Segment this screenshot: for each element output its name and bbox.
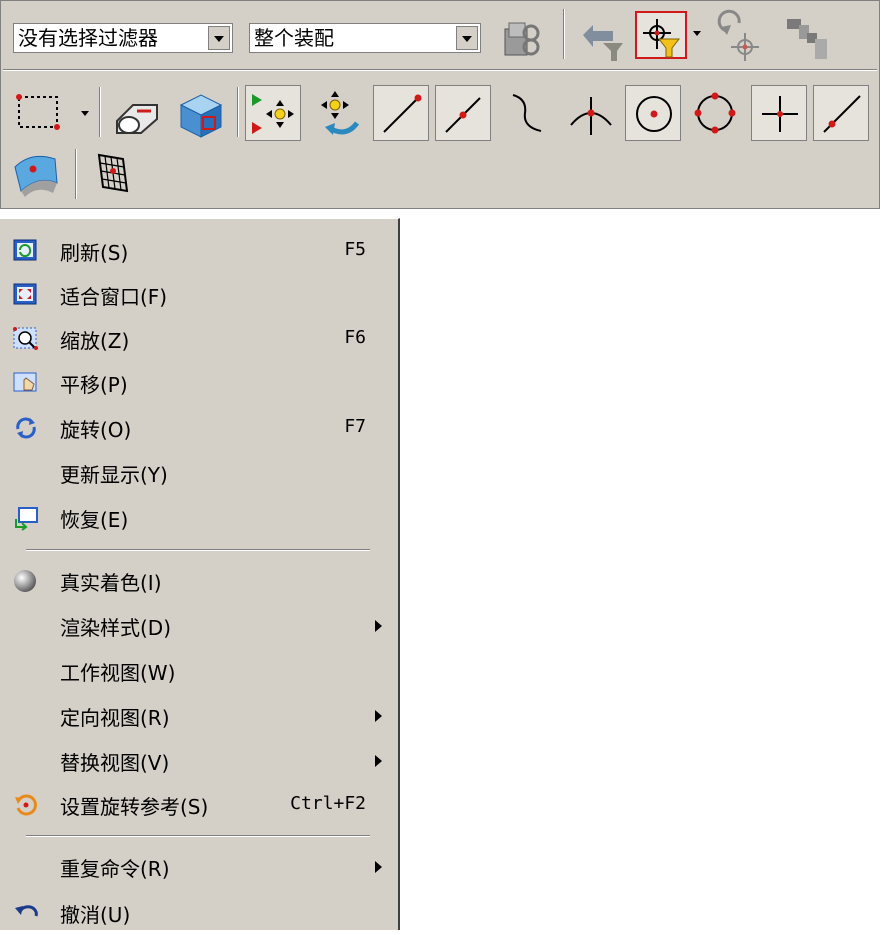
menu-item-shortcut: Ctrl+F2 <box>290 793 366 814</box>
grid-point-icon[interactable] <box>87 145 143 201</box>
snap-points-icon[interactable] <box>245 85 301 141</box>
menu-item-undo[interactable]: 撤消(U) <box>0 891 396 935</box>
menu-item-label: 替换视图(V) <box>60 751 170 775</box>
menu-separator <box>26 835 370 837</box>
menu-item-fit-window[interactable]: 适合窗口(F) <box>0 273 396 317</box>
menu-item-label: 渲染样式(D) <box>60 616 172 640</box>
menu-item-label: 平移(P) <box>60 373 128 397</box>
filter-combo-dropdown[interactable] <box>208 26 230 50</box>
menu-separator <box>26 549 370 551</box>
menu-item-label: 定向视图(R) <box>60 706 170 730</box>
menu-item-work-view[interactable]: 工作视图(W) <box>0 649 396 693</box>
submenu-arrow-icon <box>375 620 382 632</box>
menu-item-orient-view[interactable]: 定向视图(R) <box>0 694 396 738</box>
menu-item-replace-view[interactable]: 替换视图(V) <box>0 739 396 783</box>
menu-item-refresh[interactable]: 刷新(S) F5 <box>0 229 396 273</box>
submenu-arrow-icon <box>375 710 382 722</box>
filter-combo[interactable]: 没有选择过滤器 <box>13 23 233 53</box>
menu-item-zoom[interactable]: 缩放(Z) F6 <box>0 317 396 361</box>
submenu-arrow-icon <box>375 861 382 873</box>
menu-item-repeat-command[interactable]: 重复命令(R) <box>0 845 396 889</box>
menu-item-label: 旋转(O) <box>60 418 132 442</box>
fit-window-icon <box>12 282 40 308</box>
menu-item-shortcut: F5 <box>344 239 366 260</box>
view-context-menu: 刷新(S) F5 适合窗口(F) 缩放(Z) F6 平移(P) 旋转(O) F7… <box>0 218 400 930</box>
pan-icon <box>12 370 40 396</box>
snap-point-rotate-icon[interactable] <box>309 85 365 141</box>
quadrant-point-icon[interactable] <box>687 85 743 141</box>
menu-item-label: 缩放(Z) <box>60 329 130 353</box>
refresh-icon <box>12 238 40 264</box>
filter-combo-value: 没有选择过滤器 <box>18 26 158 50</box>
line-midpoint-icon[interactable] <box>435 85 491 141</box>
menu-item-label: 设置旋转参考(S) <box>60 795 209 819</box>
point-filter-dropdown-arrow[interactable] <box>693 31 701 36</box>
menu-item-label: 工作视图(W) <box>60 661 176 685</box>
rotate-point-icon[interactable] <box>713 9 769 65</box>
section-icon[interactable] <box>109 87 165 143</box>
assembly-combo-value: 整个装配 <box>254 26 334 50</box>
line-endpoint-icon[interactable] <box>373 85 429 141</box>
existing-point-icon[interactable] <box>751 85 807 141</box>
assembly-combo[interactable]: 整个装配 <box>249 23 481 53</box>
menu-item-label: 恢复(E) <box>60 508 129 532</box>
menu-item-label: 重复命令(R) <box>60 857 170 881</box>
restore-icon <box>12 505 40 531</box>
menu-item-pan[interactable]: 平移(P) <box>0 361 396 405</box>
menu-item-render-style[interactable]: 渲染样式(D) <box>0 604 396 648</box>
submenu-arrow-icon <box>375 755 382 767</box>
menu-item-true-shading[interactable]: 真实着色(I) <box>0 559 396 603</box>
zoom-icon <box>12 326 40 352</box>
selection-toolbar: 没有选择过滤器 整个装配 <box>0 0 880 209</box>
toolbar-row-separator <box>3 69 877 71</box>
menu-item-label: 更新显示(Y) <box>60 463 168 487</box>
shading-sphere-icon <box>12 568 40 594</box>
rectangle-select-dropdown-arrow[interactable] <box>81 111 89 116</box>
point-filter-icon[interactable] <box>635 11 687 59</box>
point-on-curve-icon[interactable] <box>813 85 869 141</box>
chain-icon[interactable] <box>781 9 837 65</box>
menu-item-label: 适合窗口(F) <box>60 285 168 309</box>
menu-item-shortcut: F6 <box>344 327 366 348</box>
undo-filter-icon[interactable] <box>573 9 629 65</box>
menu-item-restore[interactable]: 恢复(E) <box>0 496 396 540</box>
rotate-icon <box>12 415 40 441</box>
assembly-select-icon[interactable] <box>495 9 551 65</box>
rectangle-select-icon[interactable] <box>11 87 67 143</box>
menu-item-shortcut: F7 <box>344 416 366 437</box>
arc-center-icon[interactable] <box>625 85 681 141</box>
rotation-reference-icon <box>12 792 40 818</box>
assembly-combo-dropdown[interactable] <box>456 26 478 50</box>
menu-item-label: 真实着色(I) <box>60 571 162 595</box>
menu-item-label: 撤消(U) <box>60 903 131 927</box>
menu-item-label: 刷新(S) <box>60 241 129 265</box>
menu-item-set-rotation-reference[interactable]: 设置旋转参考(S) Ctrl+F2 <box>0 783 396 827</box>
curve-icon[interactable] <box>501 85 557 141</box>
intersection-icon[interactable] <box>563 85 619 141</box>
cube-select-icon[interactable] <box>173 87 229 143</box>
menu-item-rotate[interactable]: 旋转(O) F7 <box>0 406 396 450</box>
undo-icon <box>12 900 40 926</box>
menu-item-update-display[interactable]: 更新显示(Y) <box>0 451 396 495</box>
surface-point-icon[interactable] <box>9 145 65 201</box>
